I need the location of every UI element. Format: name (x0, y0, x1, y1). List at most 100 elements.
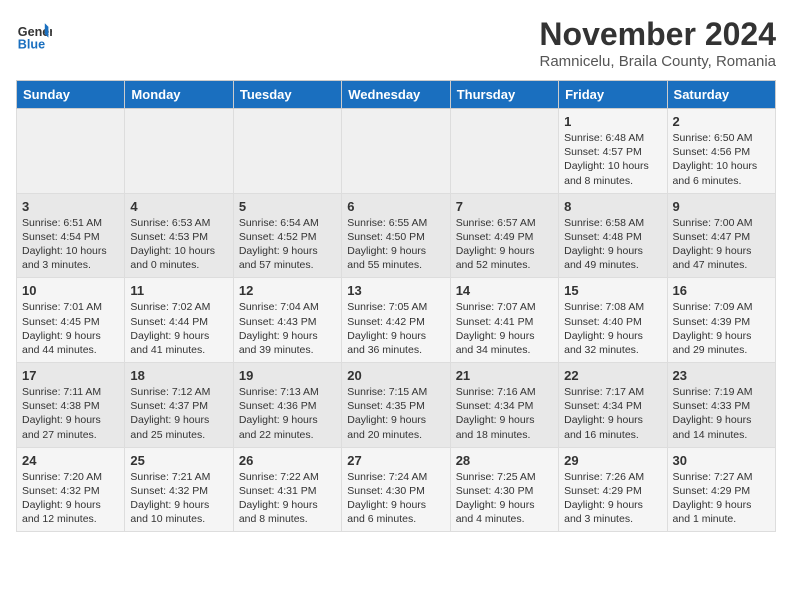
day-number: 22 (564, 368, 661, 383)
cell-info-line: Sunset: 4:50 PM (347, 230, 444, 244)
day-number: 15 (564, 283, 661, 298)
cell-info-line: Sunset: 4:38 PM (22, 399, 119, 413)
calendar-cell: 10Sunrise: 7:01 AMSunset: 4:45 PMDayligh… (17, 278, 125, 363)
cell-info-line: Sunset: 4:33 PM (673, 399, 770, 413)
calendar-cell: 11Sunrise: 7:02 AMSunset: 4:44 PMDayligh… (125, 278, 233, 363)
cell-info-line: Daylight: 9 hours and 55 minutes. (347, 244, 444, 272)
cell-info-line: Sunset: 4:31 PM (239, 484, 336, 498)
calendar-cell: 26Sunrise: 7:22 AMSunset: 4:31 PMDayligh… (233, 447, 341, 532)
cell-info-line: Daylight: 9 hours and 14 minutes. (673, 413, 770, 441)
cell-info-line: Daylight: 9 hours and 57 minutes. (239, 244, 336, 272)
cell-info-line: Sunset: 4:37 PM (130, 399, 227, 413)
cell-info-line: Sunrise: 7:04 AM (239, 300, 336, 314)
cell-info-line: Daylight: 9 hours and 39 minutes. (239, 329, 336, 357)
svg-text:Blue: Blue (18, 37, 45, 51)
week-row-5: 24Sunrise: 7:20 AMSunset: 4:32 PMDayligh… (17, 447, 776, 532)
cell-info-line: Sunrise: 6:54 AM (239, 216, 336, 230)
day-number: 8 (564, 199, 661, 214)
cell-info-line: Daylight: 9 hours and 10 minutes. (130, 498, 227, 526)
cell-info-line: Daylight: 9 hours and 34 minutes. (456, 329, 553, 357)
day-number: 1 (564, 114, 661, 129)
calendar-cell: 22Sunrise: 7:17 AMSunset: 4:34 PMDayligh… (559, 363, 667, 448)
cell-info-line: Sunset: 4:47 PM (673, 230, 770, 244)
day-number: 30 (673, 453, 770, 468)
cell-info-line: Sunset: 4:44 PM (130, 315, 227, 329)
cell-info-line: Sunrise: 7:08 AM (564, 300, 661, 314)
day-number: 19 (239, 368, 336, 383)
logo: General Blue (16, 16, 52, 52)
day-number: 7 (456, 199, 553, 214)
day-number: 24 (22, 453, 119, 468)
title-area: November 2024 Ramnicelu, Braila County, … (539, 16, 776, 70)
cell-info-line: Sunset: 4:36 PM (239, 399, 336, 413)
cell-info-line: Sunset: 4:49 PM (456, 230, 553, 244)
cell-info-line: Sunset: 4:53 PM (130, 230, 227, 244)
cell-info-line: Sunrise: 7:13 AM (239, 385, 336, 399)
cell-info-line: Sunrise: 6:53 AM (130, 216, 227, 230)
cell-info-line: Daylight: 9 hours and 18 minutes. (456, 413, 553, 441)
day-number: 2 (673, 114, 770, 129)
calendar-cell (450, 109, 558, 194)
dow-header-friday: Friday (559, 81, 667, 109)
calendar-cell: 25Sunrise: 7:21 AMSunset: 4:32 PMDayligh… (125, 447, 233, 532)
calendar-cell: 28 Sunrise: 7:25 AMSunset: 4:30 PMDayligh… (450, 447, 558, 532)
calendar-cell (125, 109, 233, 194)
cell-info-line: Daylight: 9 hours and 52 minutes. (456, 244, 553, 272)
location-subtitle: Ramnicelu, Braila County, Romania (539, 53, 776, 70)
cell-info-line: Sunrise: 7:05 AM (347, 300, 444, 314)
day-number: 3 (22, 199, 119, 214)
cell-info-line: Sunset: 4:54 PM (22, 230, 119, 244)
dow-header-monday: Monday (125, 81, 233, 109)
calendar-cell: 30Sunrise: 7:27 AMSunset: 4:29 PMDayligh… (667, 447, 775, 532)
week-row-4: 17 Sunrise: 7:11 AMSunset: 4:38 PM Dayligh… (17, 363, 776, 448)
calendar-body: 1Sunrise: 6:48 AMSunset: 4:57 PMDaylight… (17, 109, 776, 532)
cell-info-line: Sunrise: 7:26 AM (564, 470, 661, 484)
day-number: 27 (347, 453, 444, 468)
calendar-cell: 8Sunrise: 6:58 AMSunset: 4:48 PMDaylight… (559, 193, 667, 278)
calendar-cell: 19Sunrise: 7:13 AMSunset: 4:36 PMDayligh… (233, 363, 341, 448)
calendar-cell: 3Sunrise: 6:51 AMSunset: 4:54 PMDaylight… (17, 193, 125, 278)
day-number: 4 (130, 199, 227, 214)
cell-info-line: Sunrise: 7:15 AM (347, 385, 444, 399)
cell-info-line: Sunset: 4:30 PM (456, 484, 553, 498)
cell-info-line: Sunset: 4:43 PM (239, 315, 336, 329)
cell-info-line: Sunrise: 6:58 AM (564, 216, 661, 230)
calendar-cell: 2Sunrise: 6:50 AMSunset: 4:56 PMDaylight… (667, 109, 775, 194)
cell-info-line: Sunset: 4:39 PM (673, 315, 770, 329)
calendar-cell: 17Sunrise: 7:11 AMSunset: 4:38 PMDayligh… (17, 363, 125, 448)
cell-info-line: Daylight: 9 hours and 1 minute. (673, 498, 770, 526)
cell-info-line: Sunset: 4:34 PM (564, 399, 661, 413)
day-number: 13 (347, 283, 444, 298)
cell-info-line: Sunrise: 7:07 AM (456, 300, 553, 314)
cell-info-line: Sunrise: 7:17 AM (564, 385, 661, 399)
cell-info-line: Daylight: 9 hours and 12 minutes. (22, 498, 119, 526)
day-number: 28 (456, 453, 553, 468)
day-number: 20 (347, 368, 444, 383)
cell-info-line: Sunrise: 7:00 AM (673, 216, 770, 230)
day-number: 17 (22, 368, 119, 383)
cell-info-line: Sunset: 4:29 PM (564, 484, 661, 498)
dow-header-tuesday: Tuesday (233, 81, 341, 109)
calendar-cell: 12Sunrise: 7:04 AMSunset: 4:43 PMDayligh… (233, 278, 341, 363)
week-row-3: 10Sunrise: 7:01 AMSunset: 4:45 PMDayligh… (17, 278, 776, 363)
calendar-cell: 18Sunrise: 7:12 AMSunset: 4:37 PMDayligh… (125, 363, 233, 448)
week-row-2: 3Sunrise: 6:51 AMSunset: 4:54 PMDaylight… (17, 193, 776, 278)
cell-info-line: Daylight: 9 hours and 47 minutes. (673, 244, 770, 272)
cell-info-line: Daylight: 9 hours and 4 minutes. (456, 498, 553, 526)
cell-info-line: Sunset: 4:32 PM (22, 484, 119, 498)
day-of-week-row: SundayMondayTuesdayWednesdayThursdayFrid… (17, 81, 776, 109)
calendar-cell: 24Sunrise: 7:20 AMSunset: 4:32 PMDayligh… (17, 447, 125, 532)
day-number: 14 (456, 283, 553, 298)
calendar-cell (233, 109, 341, 194)
calendar-cell: 29Sunrise: 7:26 AMSunset: 4:29 PMDayligh… (559, 447, 667, 532)
calendar-cell: 7Sunrise: 6:57 AMSunset: 4:49 PMDaylight… (450, 193, 558, 278)
cell-info-line: Daylight: 9 hours and 36 minutes. (347, 329, 444, 357)
cell-info-line: Sunrise: 7:25 AM (456, 470, 553, 484)
logo-icon: General Blue (16, 16, 52, 52)
cell-info-line: Daylight: 10 hours and 3 minutes. (22, 244, 119, 272)
day-number: 26 (239, 453, 336, 468)
cell-info-line: Sunrise: 7:12 AM (130, 385, 227, 399)
calendar-cell: 21Sunrise: 7:16 AMSunset: 4:34 PMDayligh… (450, 363, 558, 448)
cell-info-line: Sunrise: 7:11 AM (22, 385, 119, 399)
cell-info-line: Sunrise: 7:19 AM (673, 385, 770, 399)
